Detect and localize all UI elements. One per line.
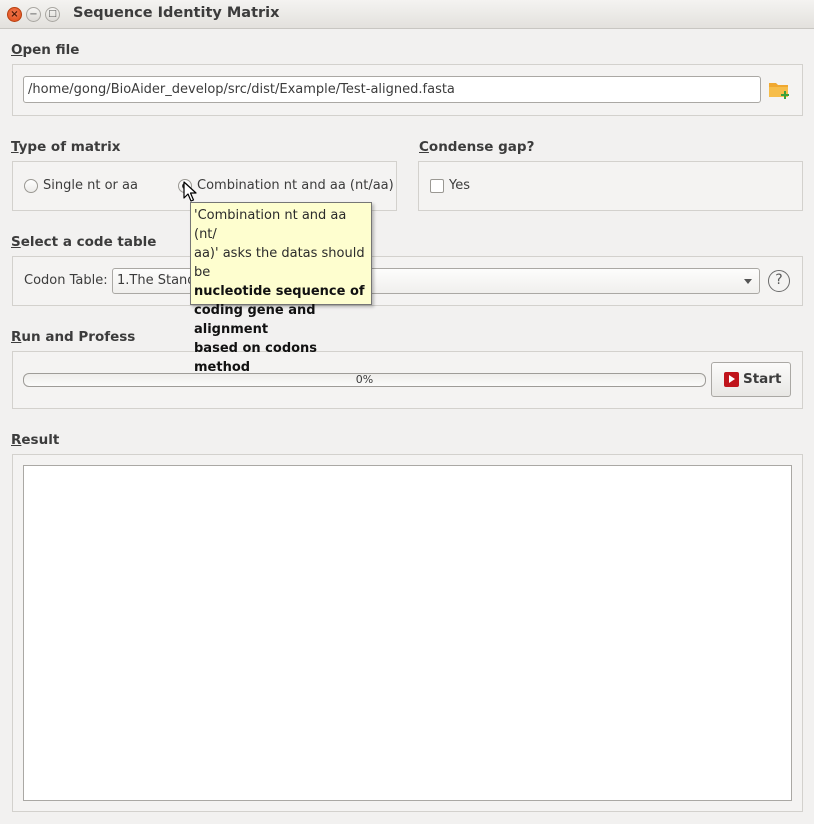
tooltip: 'Combination nt and aa (nt/ aa)' asks th… bbox=[190, 202, 372, 375]
close-window-button[interactable]: × bbox=[7, 7, 22, 22]
radio-single-nt-aa[interactable] bbox=[24, 179, 38, 193]
mouse-cursor-icon bbox=[183, 181, 197, 207]
window-titlebar: × − □ Sequence Identity Matrix bbox=[0, 0, 814, 29]
close-icon: × bbox=[10, 9, 19, 20]
maximize-window-button[interactable]: □ bbox=[45, 7, 60, 22]
tooltip-line-3: nucleotide sequence of bbox=[194, 284, 365, 299]
start-button-label: Start bbox=[743, 371, 782, 387]
result-textarea[interactable] bbox=[23, 465, 792, 801]
condense-gap-label: Condense gap? bbox=[419, 139, 535, 155]
radio-combination-nt-aa-label[interactable]: Combination nt and aa (nt/aa) bbox=[197, 178, 394, 193]
run-group: 0% Start bbox=[12, 351, 803, 409]
folder-add-icon[interactable] bbox=[768, 80, 792, 100]
code-table-label: Select a code table bbox=[11, 234, 157, 250]
chevron-down-icon bbox=[744, 279, 752, 284]
open-file-label: Open file bbox=[11, 42, 80, 58]
condense-gap-group: Yes bbox=[418, 161, 803, 211]
minimize-icon: − bbox=[29, 9, 38, 20]
radio-single-nt-aa-label[interactable]: Single nt or aa bbox=[43, 178, 138, 193]
start-button[interactable]: Start bbox=[711, 362, 791, 397]
codon-table-field-label: Codon Table: bbox=[24, 273, 108, 288]
help-icon[interactable]: ? bbox=[768, 270, 790, 292]
file-path-input[interactable]: /home/gong/BioAider_develop/src/dist/Exa… bbox=[23, 76, 761, 103]
matrix-type-label: Type of matrix bbox=[11, 139, 121, 155]
minimize-window-button[interactable]: − bbox=[26, 7, 41, 22]
play-icon bbox=[724, 372, 739, 387]
tooltip-line-4: coding gene and alignment bbox=[194, 303, 316, 337]
result-group bbox=[12, 454, 803, 812]
tooltip-line-1: 'Combination nt and aa (nt/ bbox=[194, 208, 347, 242]
tooltip-line-5: based on codons method bbox=[194, 341, 318, 375]
condense-gap-checkbox-label[interactable]: Yes bbox=[449, 178, 470, 193]
code-table-group: Codon Table: 1.The Standard Code ? bbox=[12, 256, 803, 306]
run-label: Run and Profess bbox=[11, 329, 136, 345]
maximize-icon: □ bbox=[48, 9, 57, 19]
tooltip-line-2: aa)' asks the datas should be bbox=[194, 246, 365, 280]
open-file-group: /home/gong/BioAider_develop/src/dist/Exa… bbox=[12, 64, 803, 116]
window-title: Sequence Identity Matrix bbox=[73, 5, 280, 21]
result-label: Result bbox=[11, 432, 60, 448]
condense-gap-checkbox[interactable] bbox=[430, 179, 444, 193]
